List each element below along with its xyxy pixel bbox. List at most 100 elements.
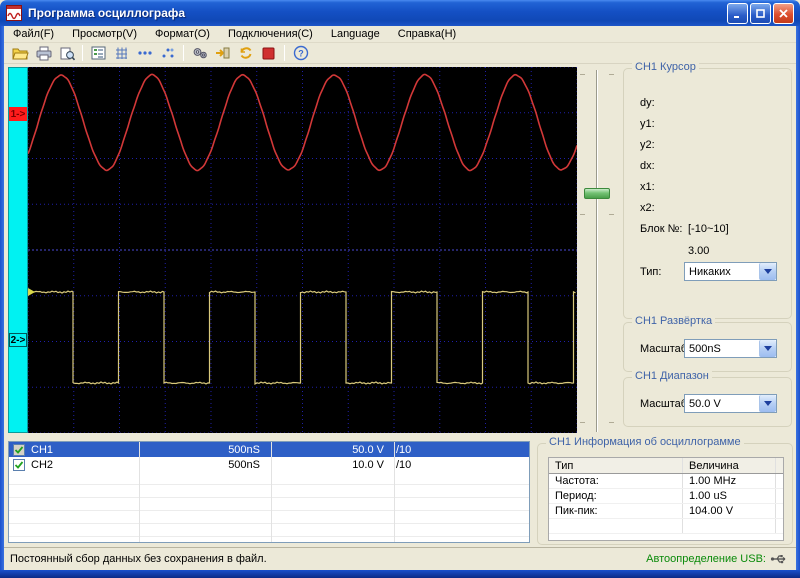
sweep-scale-dropdown-button[interactable] — [759, 340, 776, 357]
channel-name: CH1 — [25, 444, 133, 456]
cursor-type-value: Никаких — [685, 266, 759, 278]
info-col-spacer — [776, 504, 783, 518]
oscilloscope-display[interactable] — [28, 67, 577, 433]
usb-autodetect-label: Автоопределение USB: — [646, 553, 766, 565]
cursor-type-select[interactable]: Никаких — [684, 262, 777, 281]
grid-settings-button[interactable] — [110, 44, 133, 63]
stop-icon — [262, 47, 275, 60]
range-scale-select[interactable]: 50.0 V — [684, 394, 777, 413]
print-preview-icon — [59, 46, 75, 61]
slider-tick — [580, 214, 585, 215]
channel-name: CH2 — [25, 459, 133, 471]
range-scale-dropdown-button[interactable] — [759, 395, 776, 412]
minimize-button[interactable] — [727, 3, 748, 24]
slider-tick — [580, 422, 585, 423]
menu-file[interactable]: Файл(F) — [4, 27, 63, 41]
info-value — [683, 519, 776, 533]
block-number-label: Блок №: — [640, 223, 682, 235]
menu-bar: Файл(F) Просмотр(V) Формат(O) Подключени… — [4, 26, 796, 43]
refresh-icon — [238, 46, 254, 60]
menu-connections[interactable]: Подключения(C) — [219, 27, 322, 41]
status-bar: Постоянный сбор данных без сохранения в … — [4, 547, 796, 570]
info-type: Пик-пик: — [549, 504, 683, 518]
info-value: 1.00 uS — [683, 489, 776, 503]
scatter-dots-button[interactable] — [156, 44, 179, 63]
channel2-level-marker[interactable]: 2-> — [9, 333, 27, 347]
refresh-button[interactable] — [234, 44, 257, 63]
svg-text:?: ? — [298, 49, 304, 59]
ch2-checkbox[interactable] — [13, 459, 25, 471]
maximize-button[interactable] — [750, 3, 771, 24]
chevron-down-icon — [764, 346, 772, 351]
block-number-value: 3.00 — [688, 245, 709, 257]
cursor-type-dropdown-button[interactable] — [759, 263, 776, 280]
dx-label: dx: — [640, 160, 655, 172]
sweep-panel-title: CH1 Развёртка — [632, 315, 715, 327]
menu-view[interactable]: Просмотр(V) — [63, 27, 146, 41]
open-file-button[interactable] — [9, 44, 32, 63]
info-col-type: Тип — [549, 458, 683, 473]
info-row-empty — [549, 519, 783, 534]
info-row-period: Период: 1.00 uS — [549, 489, 783, 504]
sweep-panel: CH1 Развёртка Масштаб: 500nS — [623, 322, 792, 372]
table-row-ch1[interactable]: CH1 500nS 50.0 V /10 — [9, 442, 529, 457]
scatter-dots-icon — [161, 47, 175, 59]
info-type: Частота: — [549, 474, 683, 488]
column-divider — [139, 442, 140, 542]
slider-thumb[interactable] — [584, 188, 610, 199]
slider-tick — [580, 74, 585, 75]
info-table: Тип Величина Частота: 1.00 MHz Период: 1… — [548, 457, 784, 541]
info-table-header: Тип Величина — [549, 458, 783, 474]
chevron-down-icon — [764, 401, 772, 406]
settings-gears-icon — [192, 46, 208, 60]
info-value: 104.00 V — [683, 504, 776, 518]
horizontal-dots-button[interactable] — [133, 44, 156, 63]
waveform-canvas — [28, 67, 577, 433]
settings-gears-button[interactable] — [188, 44, 211, 63]
toolbar-separator — [183, 45, 184, 61]
menu-help[interactable]: Справка(H) — [389, 27, 465, 41]
toolbar-separator — [82, 45, 83, 61]
print-preview-button[interactable] — [55, 44, 78, 63]
channel-list-button[interactable] — [87, 44, 110, 63]
app-icon — [6, 5, 22, 21]
range-scale-label: Масштаб: — [640, 398, 690, 410]
print-button[interactable] — [32, 44, 55, 63]
y1-label: y1: — [640, 118, 655, 130]
channel-range: 50.0 V — [266, 444, 390, 456]
help-button[interactable]: ? — [289, 44, 312, 63]
import-data-icon — [215, 46, 231, 60]
channel-sweep: 500nS — [133, 459, 266, 471]
info-col-value: Величина — [683, 458, 776, 473]
slider-tick — [609, 422, 614, 423]
cursor-panel-title: CH1 Курсор — [632, 61, 699, 73]
slider-track[interactable] — [596, 70, 598, 432]
channel-list-icon — [91, 46, 106, 60]
help-icon: ? — [293, 45, 309, 61]
window-title: Программа осциллографа — [28, 6, 725, 20]
table-row-ch2[interactable]: CH2 500nS 10.0 V /10 — [9, 457, 529, 472]
offset-slider-column — [577, 64, 623, 440]
empty-table-rows — [9, 472, 529, 542]
stop-button[interactable] — [257, 44, 280, 63]
y2-label: y2: — [640, 139, 655, 151]
import-data-button[interactable] — [211, 44, 234, 63]
block-range-value: [-10~10] — [688, 223, 729, 235]
menu-language[interactable]: Language — [322, 27, 389, 41]
chevron-down-icon — [764, 269, 772, 274]
window-border-bottom — [0, 570, 800, 578]
ch1-checkbox[interactable] — [13, 444, 25, 456]
info-col-spacer — [776, 458, 783, 473]
channel-range: 10.0 V — [266, 459, 390, 471]
channel1-level-marker[interactable]: 1-> — [9, 107, 27, 121]
x1-label: x1: — [640, 181, 655, 193]
sweep-scale-select[interactable]: 500nS — [684, 339, 777, 358]
info-row-frequency: Частота: 1.00 MHz — [549, 474, 783, 489]
range-panel: CH1 Диапазон Масштаб: 50.0 V — [623, 377, 792, 427]
range-scale-value: 50.0 V — [685, 398, 759, 410]
menu-format[interactable]: Формат(O) — [146, 27, 219, 41]
column-divider — [394, 442, 395, 542]
marker-strip: 1-> 2-> — [8, 67, 28, 433]
close-button[interactable] — [773, 3, 794, 24]
checkmark-icon — [14, 445, 24, 455]
